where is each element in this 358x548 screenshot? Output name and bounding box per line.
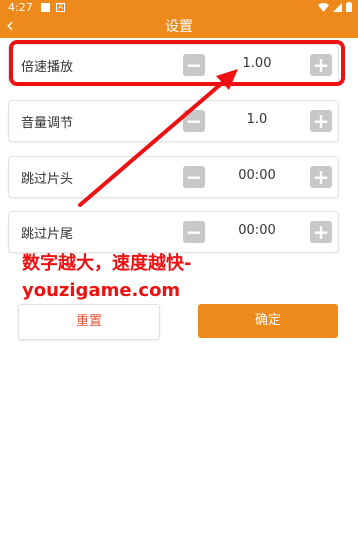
reset-button[interactable]: 重置: [18, 304, 160, 340]
confirm-button[interactable]: 确定: [198, 304, 338, 338]
annotation-text: 数字越大，速度越快-: [22, 253, 192, 274]
annotation-url: youzigame.com: [22, 280, 181, 301]
